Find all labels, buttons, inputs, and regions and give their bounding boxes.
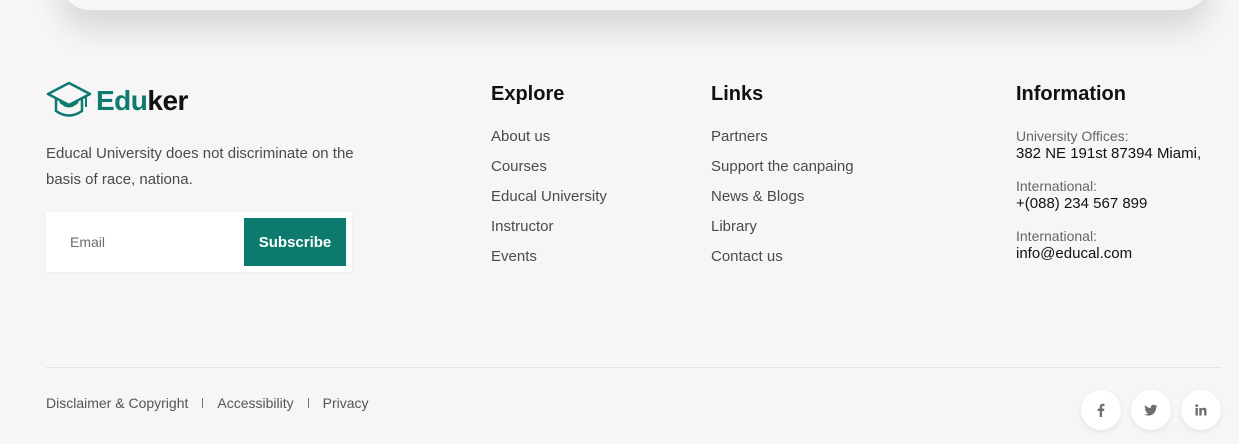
information-heading: Information	[1016, 83, 1126, 105]
information-list: University Offices: 382 NE 191st 87394 M…	[1016, 128, 1201, 278]
footer-divider	[46, 367, 1221, 368]
info-item-email: International: info@educal.com	[1016, 228, 1201, 278]
links-link-library[interactable]: Library	[711, 218, 757, 235]
info-value-address: 382 NE 191st 87394 Miami,	[1016, 145, 1202, 162]
subscribe-form: Subscribe	[46, 212, 352, 272]
links-column: Links Partners Support the canpaing News…	[711, 80, 854, 278]
twitter-button[interactable]	[1131, 390, 1171, 430]
links-list: Partners Support the canpaing News & Blo…	[711, 128, 854, 278]
explore-link-instructor[interactable]: Instructor	[491, 218, 554, 235]
info-label: International:	[1016, 228, 1097, 244]
subscribe-button[interactable]: Subscribe	[244, 218, 346, 266]
list-item: Instructor	[491, 218, 607, 248]
links-heading: Links	[711, 83, 764, 105]
explore-link-events[interactable]: Events	[491, 248, 537, 265]
list-item: Library	[711, 218, 854, 248]
about-text: Educal University does not discriminate …	[46, 145, 354, 188]
explore-link-courses[interactable]: Courses	[491, 158, 547, 175]
privacy-link[interactable]: Privacy	[323, 395, 369, 411]
logo-text-accent: Edu	[96, 85, 148, 116]
explore-link-university[interactable]: Educal University	[491, 188, 607, 205]
linkedin-button[interactable]	[1181, 390, 1221, 430]
links-link-support[interactable]: Support the canpaing	[711, 158, 854, 175]
logo[interactable]: Eduker	[46, 80, 188, 122]
links-link-contact[interactable]: Contact us	[711, 248, 783, 265]
info-item-office: University Offices: 382 NE 191st 87394 M…	[1016, 128, 1201, 178]
explore-list: About us Courses Educal University Instr…	[491, 128, 607, 278]
explore-column: Explore About us Courses Educal Universi…	[491, 80, 607, 278]
logo-text: Eduker	[96, 85, 188, 117]
list-item: Courses	[491, 158, 607, 188]
list-item: Partners	[711, 128, 854, 158]
facebook-button[interactable]	[1081, 390, 1121, 430]
info-label: University Offices:	[1016, 128, 1129, 144]
list-item: News & Blogs	[711, 188, 854, 218]
list-item: Contact us	[711, 248, 854, 278]
explore-heading: Explore	[491, 83, 565, 105]
facebook-icon	[1097, 403, 1105, 417]
list-item: About us	[491, 128, 607, 158]
email-input[interactable]	[58, 218, 238, 266]
accessibility-link[interactable]: Accessibility	[217, 395, 293, 411]
disclaimer-link[interactable]: Disclaimer & Copyright	[46, 395, 188, 411]
twitter-icon	[1144, 404, 1158, 416]
bottom-links: Disclaimer & Copyright Accessibility Pri…	[46, 395, 369, 411]
info-label: International:	[1016, 178, 1097, 194]
list-item: Educal University	[491, 188, 607, 218]
separator	[307, 398, 309, 408]
links-link-news[interactable]: News & Blogs	[711, 188, 804, 205]
information-column: Information University Offices: 382 NE 1…	[1016, 80, 1201, 278]
links-link-partners[interactable]: Partners	[711, 128, 768, 145]
explore-link-about[interactable]: About us	[491, 128, 550, 145]
list-item: Events	[491, 248, 607, 278]
logo-text-rest: ker	[147, 85, 188, 116]
graduation-cap-icon	[46, 81, 92, 117]
separator	[202, 398, 204, 408]
list-item: Support the canpaing	[711, 158, 854, 188]
info-value-email[interactable]: info@educal.com	[1016, 244, 1201, 264]
site-footer: Eduker Educal University does not discri…	[0, 0, 1239, 444]
linkedin-icon	[1195, 404, 1207, 416]
info-item-phone: International: +(088) 234 567 899	[1016, 178, 1201, 228]
info-value-phone[interactable]: +(088) 234 567 899	[1016, 194, 1201, 214]
